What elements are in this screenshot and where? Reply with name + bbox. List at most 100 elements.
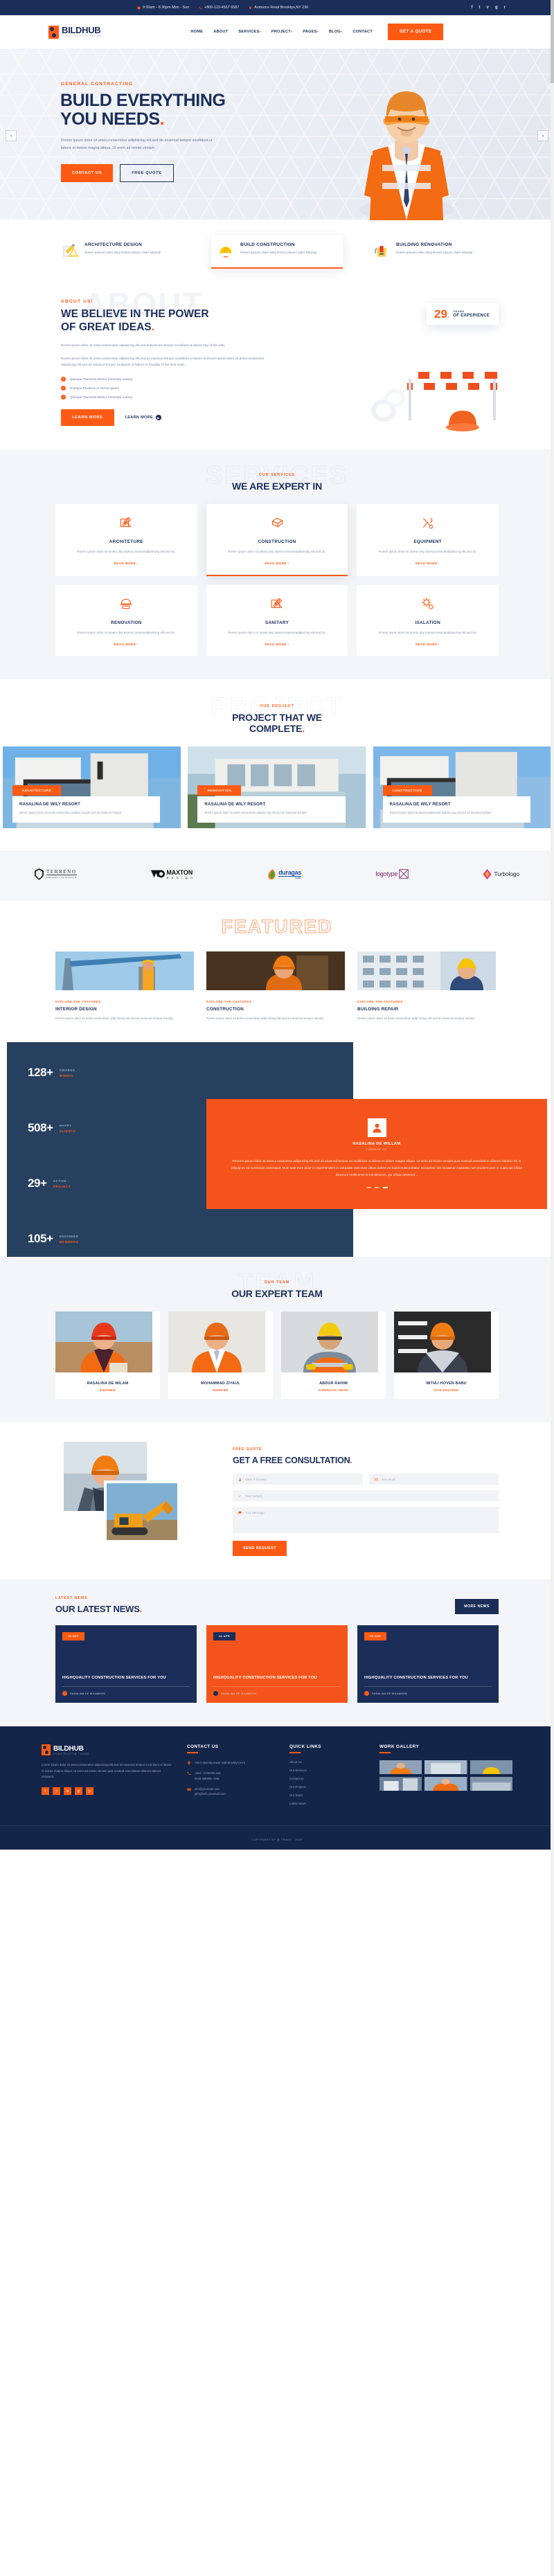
- nav-item-services[interactable]: SERVICES▾: [238, 30, 260, 34]
- gallery-thumb[interactable]: [425, 1777, 467, 1791]
- team-title: OUR EXPERT TEAM: [231, 1288, 323, 1300]
- social-google-icon[interactable]: g: [495, 6, 498, 10]
- read-more-label: READ MORE: [114, 561, 136, 565]
- services-eyebrow: OUR SERVICES: [258, 473, 296, 478]
- gallery-thumb[interactable]: [425, 1760, 467, 1775]
- footer-link-our-team[interactable]: Our Team: [289, 1794, 366, 1797]
- team-member-name: ABDUR RAHIM: [319, 1381, 348, 1386]
- team-member-card[interactable]: IMTIAJ HOVEN BABU SITE ENGINER: [394, 1312, 499, 1399]
- service-card-sanitary[interactable]: SANITARY Rorem ipsum dolor sit ameto dey…: [206, 584, 348, 656]
- page-scrollbar-track[interactable]: [551, 0, 554, 2576]
- social-twitter-icon[interactable]: t: [53, 1787, 60, 1795]
- footer-emails[interactable]: info@yourmail.com jobs@info.yourmail.com: [187, 1787, 276, 1796]
- gallery-thumb[interactable]: [379, 1760, 422, 1775]
- featured-card[interactable]: EXPLORE THE FEATURES CONSTRUCTION Rorem …: [206, 951, 348, 1022]
- strip-card-build-construction[interactable]: BUILD CONSTRUCTION Rorem ipsoum doler si…: [211, 235, 343, 269]
- service-text: Rorem ipsum dolor sit ameto dey teyeryco…: [378, 550, 477, 554]
- get-a-quote-button[interactable]: GET A QUOTE: [388, 24, 444, 40]
- footer-phones[interactable]: +010 - 5738765 046 0025 936589 - 986: [187, 1771, 276, 1780]
- service-card-architeture[interactable]: ARCHITETURE Rorem ipsum dolor sit ameto …: [55, 504, 197, 576]
- topbar-info: 9:30am - 6:30pm Mon - Sun +800-123-4567 …: [137, 6, 308, 10]
- about-learn-more-button[interactable]: LEARN MORE: [61, 409, 114, 427]
- footer-link-our-services[interactable]: Our Services: [289, 1769, 366, 1772]
- testimonial-dot[interactable]: [366, 1186, 371, 1188]
- brand-logo-duragas[interactable]: duragas ductile: [268, 868, 301, 879]
- nav-item-contact[interactable]: CONTACT: [352, 30, 373, 34]
- project-card[interactable]: ARCHITECTURE RASALINA DE WILY RESORT Ror…: [3, 746, 181, 830]
- project-card[interactable]: RENOVATION RASALINA DE WILY RESORT Rorem…: [188, 746, 366, 830]
- team-member-card[interactable]: RASALINA DE WILAM ENGINER: [55, 1312, 160, 1399]
- brand-logo-terreno[interactable]: TERRENO CHIANTI CLASSICO: [35, 868, 77, 880]
- brand-logo-turbologo[interactable]: Turbologo: [483, 868, 519, 879]
- footer-link-contact-us[interactable]: Contact us: [289, 1777, 366, 1780]
- featured-card[interactable]: EXPLORE THE FEATURES INTERIOR DESIGN Ror…: [55, 951, 197, 1022]
- site-logo[interactable]: BILDHUB CONSTRUCTIN THEME: [48, 25, 102, 39]
- team-member-card[interactable]: ABDUR RAHIM FINENCIAL HEAD: [281, 1312, 386, 1399]
- send-request-button[interactable]: SEND REQUEST: [233, 1541, 287, 1557]
- social-facebook-icon[interactable]: f: [472, 6, 473, 10]
- service-card-renovation[interactable]: RENOVATION Rorem ipsum dolor sit ameto d…: [55, 584, 197, 656]
- page-scrollbar-thumb[interactable]: [551, 0, 554, 83]
- brand-logo-maxton[interactable]: MAXTON d e s i g n: [151, 869, 193, 879]
- news-card[interactable]: 22 APR HIGHQUALITY CONSTRUCTION SERVICES…: [206, 1625, 348, 1703]
- gallery-thumb[interactable]: [470, 1760, 512, 1775]
- strip-card-building-renovation[interactable]: BUILDING RENOVATION Rorem ipsoum doler s…: [367, 235, 499, 269]
- featured-card[interactable]: EXPLORE THE FEATURES BUILDING REPAIR Ror…: [357, 951, 499, 1022]
- service-read-more[interactable]: READ MORE ›: [215, 562, 340, 565]
- strip-card-architecture-design[interactable]: ARCHITECTURE DESIGN Rorem ipsoum doler s…: [55, 235, 187, 269]
- topbar-hours-text: 9:30am - 6:30pm Mon - Sun: [143, 6, 190, 10]
- nav-item-pages[interactable]: PAGES▾: [303, 30, 319, 34]
- social-twitter-icon[interactable]: t: [479, 6, 481, 10]
- message-textarea[interactable]: Your Message: [233, 1507, 499, 1534]
- news-date-badge: 22 APR: [213, 1632, 236, 1641]
- social-vimeo-icon[interactable]: v: [487, 6, 489, 10]
- testimonial-dot-active[interactable]: [382, 1186, 388, 1188]
- social-google-icon[interactable]: g: [75, 1787, 82, 1795]
- footer-social-links: f t in g p: [42, 1787, 173, 1795]
- topbar-phone[interactable]: +800-123-4567 6587: [199, 6, 239, 10]
- social-rss-icon[interactable]: r: [504, 6, 506, 10]
- footer-about-text: Lorem ipsum dolor sit amet,consectetur a…: [42, 1763, 172, 1779]
- nav-item-blog[interactable]: BLOG▾: [329, 30, 342, 34]
- gallery-thumb[interactable]: [470, 1777, 512, 1791]
- news-card[interactable]: 09 JUN HIGHQUALITY CONSTRUCTION SERVICES…: [357, 1625, 499, 1703]
- footer-link-about-us[interactable]: About Us: [289, 1760, 366, 1764]
- about-learn-more-link[interactable]: LEARN MORE ▶: [125, 415, 161, 421]
- footer-logo[interactable]: BILDHUB CONSTRUCTIN THEME: [42, 1744, 173, 1756]
- service-card-construction[interactable]: CONSTRUCTION Rorem ipsum dolor sit ameto…: [206, 504, 348, 576]
- team-member-card[interactable]: MOHAMMAD ZIYAUL WORKER: [168, 1312, 273, 1399]
- social-linkedin-icon[interactable]: in: [64, 1787, 71, 1795]
- service-read-more[interactable]: READ MORE ›: [64, 562, 189, 565]
- hero-next-arrow[interactable]: ›: [537, 130, 548, 141]
- brand-logo-logotype[interactable]: logotype: [375, 869, 409, 879]
- hero-contact-us-button[interactable]: CONTACT US: [61, 163, 114, 182]
- service-card-equipment[interactable]: EQUIPMENT Rorem ipsum dolor sit ameto de…: [357, 504, 499, 576]
- subject-input[interactable]: Your Subject: [233, 1490, 499, 1502]
- service-read-more[interactable]: READ MORE ›: [215, 643, 340, 646]
- project-card[interactable]: CONSTRUCTION RASALINA DE WILY RESORT Ror…: [373, 746, 551, 830]
- news-card[interactable]: 15 SEP HIGHQUALITY CONSTRUCTION SERVICES…: [55, 1625, 197, 1703]
- nav-item-home[interactable]: HOME: [190, 30, 203, 34]
- hero-free-quote-button[interactable]: FREE QUOTE: [120, 163, 174, 182]
- gallery-image: [425, 1777, 467, 1791]
- nav-item-about[interactable]: ABOUT: [213, 30, 228, 34]
- service-read-more[interactable]: READ MORE ›: [365, 643, 490, 646]
- testimonial-dot[interactable]: [374, 1186, 379, 1188]
- service-title: ARCHITETURE: [109, 539, 143, 545]
- footer-link-our-projects[interactable]: Our Projects: [289, 1785, 366, 1789]
- topbar-hours: 9:30am - 6:30pm Mon - Sun: [137, 6, 189, 10]
- service-read-more[interactable]: READ MORE ›: [64, 643, 189, 646]
- service-read-more[interactable]: READ MORE ›: [365, 562, 490, 565]
- news-date-badge: 09 JUN: [364, 1632, 386, 1641]
- hero-prev-arrow[interactable]: ‹: [6, 130, 17, 141]
- social-facebook-icon[interactable]: f: [42, 1787, 49, 1795]
- more-news-button[interactable]: MORE NEWS: [455, 1599, 499, 1615]
- nav-item-project[interactable]: PROJECT▾: [271, 30, 292, 34]
- service-card-isalation[interactable]: ISALATION Rorem ipsum dolor sit ameto de…: [357, 584, 499, 656]
- social-pinterest-icon[interactable]: p: [86, 1787, 93, 1795]
- gallery-thumb[interactable]: [379, 1777, 422, 1791]
- project-tag: ARCHITECTURE: [12, 785, 62, 796]
- footer-link-latest-news[interactable]: Latest News: [289, 1802, 366, 1805]
- email-input[interactable]: Your email: [368, 1474, 499, 1485]
- full-name-input[interactable]: Enter Full name: [233, 1474, 363, 1485]
